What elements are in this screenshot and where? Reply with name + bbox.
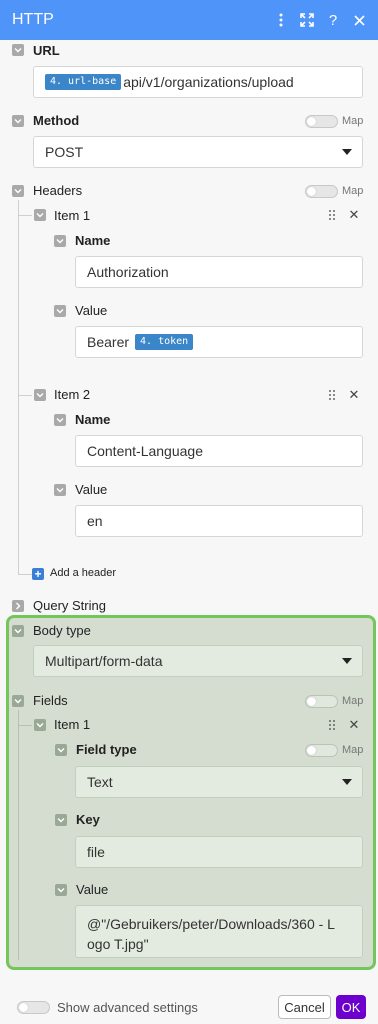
tree-connector [18,215,32,216]
remove-item-icon[interactable]: ✕ [348,718,360,731]
fields-tree-line [18,710,19,960]
field-value-collapse-checkbox[interactable] [55,884,67,896]
field-value-line1: @"/Gebruikers/peter/Downloads/360 - L [87,916,335,932]
url-label: URL [33,43,60,58]
header-item2-value-label: Value [75,482,108,497]
field-item1-collapse-checkbox[interactable] [34,719,46,731]
field-type-label: Field type [76,742,137,757]
fields-map-label: Map [342,695,364,707]
value-collapse-checkbox[interactable] [54,305,66,317]
body-type-select[interactable]: Multipart/form-data [33,645,363,677]
ok-button[interactable]: OK [336,995,366,1019]
token-pill[interactable]: 4. token [135,334,194,350]
url-input[interactable]: 4. url-base api/v1/organizations/upload [33,66,363,98]
method-value: POST [45,144,84,160]
query-string-expand-checkbox[interactable] [12,600,24,612]
fields-map-toggle[interactable] [305,695,338,708]
help-icon[interactable]: ? [320,7,346,33]
header-item1-name-input[interactable]: Authorization [75,256,363,288]
footer-bar: Show advanced settings Cancel OK [0,987,378,1024]
fields-collapse-checkbox[interactable] [12,695,24,707]
header-item2-name-input[interactable]: Content-Language [75,435,363,467]
tree-connector [18,395,32,396]
method-map-label: Map [342,115,364,127]
header-item1-label: Item 1 [54,208,91,223]
method-select[interactable]: POST [33,136,363,168]
url-text: api/v1/organizations/upload [123,74,294,90]
title-bar: HTTP ? [0,0,378,40]
header-item1-value-text: Bearer [87,334,130,350]
body-type-collapse-checkbox[interactable] [12,625,24,637]
key-collapse-checkbox[interactable] [55,814,67,826]
url-collapse-checkbox[interactable] [12,44,24,56]
headers-map-toggle[interactable] [305,185,338,198]
window-title: HTTP [12,11,54,28]
field-item1-label: Item 1 [54,717,91,732]
more-vertical-icon[interactable] [268,7,294,33]
chevron-down-icon [342,779,352,785]
headers-tree-line [18,200,19,574]
remove-item-icon[interactable]: ✕ [348,208,360,221]
drag-handle-icon[interactable] [329,390,337,402]
name-collapse-checkbox[interactable] [54,235,66,247]
drag-handle-icon[interactable] [329,720,337,732]
header-item2-name-label: Name [75,412,111,427]
method-label: Method [33,113,80,128]
expand-icon[interactable] [294,7,320,33]
header-item1-value-input[interactable]: Bearer 4. token [75,326,363,358]
header-item2-name-value: Content-Language [87,443,203,459]
advanced-settings-label: Show advanced settings [57,1000,198,1015]
body-type-value: Multipart/form-data [45,653,163,669]
close-icon[interactable] [346,7,372,33]
field-type-select[interactable]: Text [75,766,363,798]
query-string-label: Query String [33,598,106,613]
field-value-input[interactable]: @"/Gebruikers/peter/Downloads/360 - L og… [75,905,363,958]
add-icon[interactable]: + [32,568,44,580]
headers-label: Headers [33,183,83,198]
tree-connector [18,574,32,575]
key-input[interactable]: file [75,836,363,868]
chevron-down-icon [342,149,352,155]
remove-item-icon[interactable]: ✕ [348,388,360,401]
tree-connector [18,725,32,726]
header-item1-name-label: Name [75,233,111,248]
field-value-line2: ogo T.jpg" [87,936,149,952]
key-value: file [87,844,105,860]
chevron-down-icon [342,658,352,664]
header-item1-collapse-checkbox[interactable] [34,209,46,221]
body-type-label: Body type [33,623,91,638]
header-item2-value-input[interactable]: en [75,505,363,537]
field-value-label: Value [76,882,109,897]
drag-handle-icon[interactable] [329,210,337,222]
fields-label: Fields [33,693,68,708]
add-header-link[interactable]: Add a header [50,567,116,579]
field-type-collapse-checkbox[interactable] [55,744,67,756]
url-base-pill[interactable]: 4. url-base [45,74,122,90]
field-type-value: Text [87,774,113,790]
headers-collapse-checkbox[interactable] [12,185,24,197]
header-item2-label: Item 2 [54,387,91,402]
header-item1-value-label: Value [75,303,108,318]
field-type-map-toggle[interactable] [305,744,338,757]
method-map-toggle[interactable] [305,115,338,128]
value-collapse-checkbox[interactable] [54,484,66,496]
headers-map-label: Map [342,185,364,197]
field-type-map-label: Map [342,744,364,756]
header-item2-collapse-checkbox[interactable] [34,389,46,401]
cancel-button[interactable]: Cancel [278,995,331,1019]
name-collapse-checkbox[interactable] [54,414,66,426]
header-item2-value-text: en [87,513,103,529]
method-collapse-checkbox[interactable] [12,115,24,127]
advanced-settings-toggle[interactable] [17,1001,50,1014]
key-label: Key [76,812,100,827]
header-item1-name-value: Authorization [87,264,169,280]
